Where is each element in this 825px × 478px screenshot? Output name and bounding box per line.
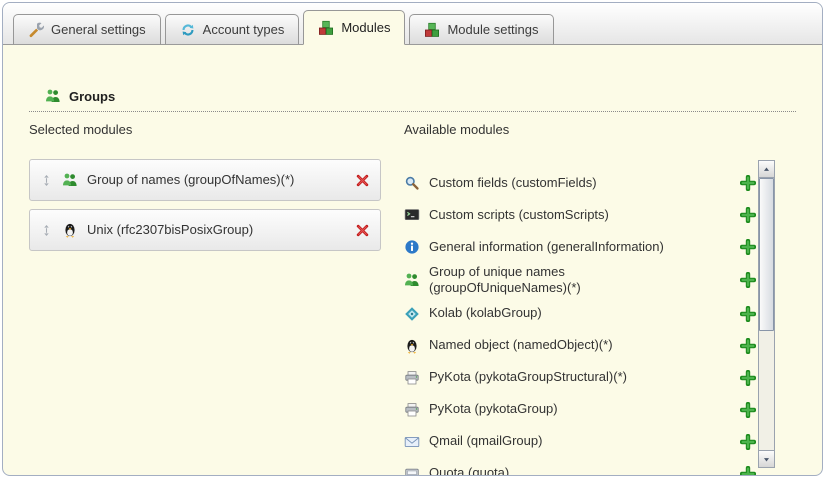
available-module-row: General information (generalInformation)	[404, 231, 756, 263]
drag-handle-icon[interactable]	[40, 174, 53, 187]
add-module-button[interactable]	[740, 207, 756, 223]
disk-icon	[404, 466, 420, 477]
tab-modules[interactable]: Modules	[303, 10, 405, 45]
remove-module-button[interactable]	[355, 223, 370, 238]
scroll-up-button[interactable]	[759, 161, 774, 178]
selected-modules-list: Group of names (groupOfNames)(*) Unix (r…	[29, 159, 381, 259]
tab-list: General settings Account types Modules M…	[13, 10, 554, 45]
available-module-row: Custom scripts (customScripts)	[404, 199, 756, 231]
mail-icon	[404, 434, 420, 450]
scrollbar-thumb[interactable]	[759, 178, 774, 331]
add-module-button[interactable]	[740, 338, 756, 354]
available-modules-list: Custom fields (customFields) Custom scri…	[404, 167, 756, 476]
tab-account-types[interactable]: Account types	[165, 14, 300, 45]
add-module-button[interactable]	[740, 239, 756, 255]
section-title: Groups	[69, 89, 115, 104]
section-heading: Groups	[29, 88, 796, 112]
terminal-icon	[404, 207, 420, 223]
add-module-button[interactable]	[740, 175, 756, 191]
add-module-button[interactable]	[740, 370, 756, 386]
wrench-icon	[28, 22, 44, 38]
add-module-button[interactable]	[740, 466, 756, 477]
module-label: General information (generalInformation)	[429, 239, 664, 255]
available-module-row: Qmail (qmailGroup)	[404, 426, 756, 458]
module-label: Qmail (qmailGroup)	[429, 433, 542, 449]
magnifier-icon	[404, 175, 420, 191]
add-module-button[interactable]	[740, 402, 756, 418]
tab-label: Account types	[203, 22, 285, 37]
printer-icon	[404, 370, 420, 386]
drag-handle-icon[interactable]	[40, 224, 53, 237]
module-label: Named object (namedObject)(*)	[429, 337, 613, 353]
group-icon	[45, 88, 61, 104]
module-label: Group of unique names (groupOfUniqueName…	[429, 264, 697, 297]
selected-modules-heading: Selected modules	[29, 122, 132, 137]
group-icon	[62, 172, 78, 188]
selected-module-row: Unix (rfc2307bisPosixGroup)	[29, 209, 381, 251]
scrollbar[interactable]	[758, 160, 775, 468]
module-label: Kolab (kolabGroup)	[429, 305, 542, 321]
module-label: Unix (rfc2307bisPosixGroup)	[87, 222, 253, 238]
configuration-window: General settings Account types Modules M…	[2, 2, 823, 476]
tab-general-settings[interactable]: General settings	[13, 14, 161, 45]
tab-module-settings[interactable]: Module settings	[409, 14, 553, 45]
available-module-row: Kolab (kolabGroup)	[404, 298, 756, 330]
module-label: Custom fields (customFields)	[429, 175, 597, 191]
available-module-row: Custom fields (customFields)	[404, 167, 756, 199]
available-module-row: PyKota (pykotaGroupStructural)(*)	[404, 362, 756, 394]
tab-label: Module settings	[447, 22, 538, 37]
penguin-icon	[62, 222, 78, 238]
available-module-row: Quota (quota)	[404, 458, 756, 477]
add-module-button[interactable]	[740, 434, 756, 450]
sync-icon	[180, 22, 196, 38]
module-label: Custom scripts (customScripts)	[429, 207, 609, 223]
module-label: Group of names (groupOfNames)(*)	[87, 172, 294, 188]
info-icon	[404, 239, 420, 255]
add-module-button[interactable]	[740, 272, 756, 288]
selected-module-row: Group of names (groupOfNames)(*)	[29, 159, 381, 201]
module-label: Quota (quota)	[429, 465, 509, 476]
modules-icon	[424, 22, 440, 38]
tab-bar: General settings Account types Modules M…	[3, 3, 822, 45]
remove-module-button[interactable]	[355, 173, 370, 188]
add-module-button[interactable]	[740, 306, 756, 322]
scroll-down-button[interactable]	[759, 450, 774, 467]
module-label: PyKota (pykotaGroupStructural)(*)	[429, 369, 627, 385]
printer-icon	[404, 402, 420, 418]
modules-icon	[318, 20, 334, 36]
group-icon	[404, 272, 420, 288]
tab-label: General settings	[51, 22, 146, 37]
available-modules-heading: Available modules	[404, 122, 509, 137]
module-label: PyKota (pykotaGroup)	[429, 401, 558, 417]
tab-label: Modules	[341, 20, 390, 35]
kolab-icon	[404, 306, 420, 322]
available-module-row: Group of unique names (groupOfUniqueName…	[404, 263, 756, 298]
available-module-row: Named object (namedObject)(*)	[404, 330, 756, 362]
arrow-down-icon	[762, 455, 771, 464]
arrow-up-icon	[762, 165, 771, 174]
available-module-row: PyKota (pykotaGroup)	[404, 394, 756, 426]
penguin-icon	[404, 338, 420, 354]
